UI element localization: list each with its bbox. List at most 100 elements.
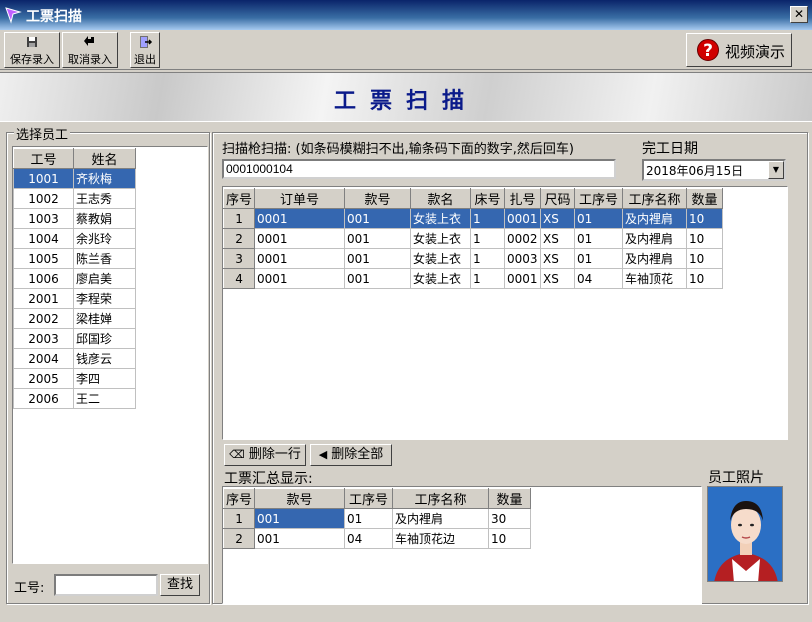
employee-cell[interactable]: 1003 xyxy=(13,208,74,229)
employee-cell[interactable]: 1006 xyxy=(13,268,74,289)
scan-row[interactable]: 1 0001 001 女装上衣 1 0001 XS 01 及内裡肩 10 xyxy=(222,208,724,229)
summary-row[interactable]: 1 001 01 及内裡肩 30 xyxy=(222,508,532,529)
scan-cell[interactable]: 及内裡肩 xyxy=(622,248,688,269)
summary-header-cell[interactable]: 工序名称 xyxy=(392,488,490,509)
employee-row[interactable]: 2004 钱彦云 xyxy=(13,348,136,369)
save-button[interactable]: 保存录入 xyxy=(4,32,60,68)
employee-row[interactable]: 2003 邱国珍 xyxy=(13,328,136,349)
scan-cell[interactable]: 10 xyxy=(686,248,724,269)
employee-cell[interactable]: 李四 xyxy=(73,368,136,389)
scan-cell[interactable]: 0001 xyxy=(254,248,346,269)
scan-header-cell[interactable]: 序号 xyxy=(222,188,256,209)
scan-cell[interactable]: 2 xyxy=(222,228,256,249)
scan-row[interactable]: 4 0001 001 女装上衣 1 0001 XS 04 车袖顶花 10 xyxy=(222,268,724,289)
employee-cell[interactable]: 2004 xyxy=(13,348,74,369)
summary-row[interactable]: 2 001 04 车袖顶花边 10 xyxy=(222,528,532,549)
summary-cell[interactable]: 001 xyxy=(254,528,346,549)
barcode-input[interactable] xyxy=(222,159,616,179)
scan-cell[interactable]: 10 xyxy=(686,208,724,229)
scan-cell[interactable]: 0003 xyxy=(504,248,542,269)
employee-id-input[interactable] xyxy=(54,574,158,596)
employee-cell[interactable]: 2005 xyxy=(13,368,74,389)
scan-cell[interactable]: 0001 xyxy=(254,208,346,229)
delete-all-button[interactable]: ◀ 删除全部 xyxy=(310,444,392,466)
employee-cell[interactable]: 齐秋梅 xyxy=(73,168,136,189)
scan-cell[interactable]: 女装上衣 xyxy=(410,208,472,229)
employee-row[interactable]: 2002 梁桂婵 xyxy=(13,308,136,329)
scan-header-cell[interactable]: 订单号 xyxy=(254,188,346,209)
scan-cell[interactable]: 0001 xyxy=(504,268,542,289)
scan-cell[interactable]: 0001 xyxy=(504,208,542,229)
scan-cell[interactable]: 车袖顶花 xyxy=(622,268,688,289)
employee-cell[interactable]: 2001 xyxy=(13,288,74,309)
scan-cell[interactable]: XS xyxy=(540,208,576,229)
scan-header-cell[interactable]: 床号 xyxy=(470,188,506,209)
scan-cell[interactable]: 3 xyxy=(222,248,256,269)
summary-cell[interactable]: 10 xyxy=(488,528,532,549)
scan-cell[interactable]: 04 xyxy=(574,268,624,289)
scan-header-cell[interactable]: 工序名称 xyxy=(622,188,688,209)
employee-cell[interactable]: 1002 xyxy=(13,188,74,209)
close-button[interactable]: ✕ xyxy=(790,6,808,23)
scan-cell[interactable]: 001 xyxy=(344,228,412,249)
summary-cell[interactable]: 30 xyxy=(488,508,532,529)
employee-cell[interactable]: 2002 xyxy=(13,308,74,329)
employee-cell[interactable]: 钱彦云 xyxy=(73,348,136,369)
summary-header-cell[interactable]: 工序号 xyxy=(344,488,394,509)
scan-cell[interactable]: 01 xyxy=(574,248,624,269)
scan-cell[interactable]: 女装上衣 xyxy=(410,268,472,289)
scan-header-cell[interactable]: 工序号 xyxy=(574,188,624,209)
employee-cell[interactable]: 廖启美 xyxy=(73,268,136,289)
cancel-button[interactable]: 取消录入 xyxy=(62,32,118,68)
exit-button[interactable]: 退出 xyxy=(130,32,160,68)
scan-cell[interactable]: 0001 xyxy=(254,268,346,289)
scan-cell[interactable]: 1 xyxy=(470,268,506,289)
scan-cell[interactable]: 0001 xyxy=(254,228,346,249)
employee-cell[interactable]: 1005 xyxy=(13,248,74,269)
search-button[interactable]: 查找 xyxy=(160,574,200,596)
employee-cell[interactable]: 王二 xyxy=(73,388,136,409)
summary-cell[interactable]: 及内裡肩 xyxy=(392,508,490,529)
scan-cell[interactable]: 女装上衣 xyxy=(410,228,472,249)
scan-cell[interactable]: 女装上衣 xyxy=(410,248,472,269)
employee-cell[interactable]: 王志秀 xyxy=(73,188,136,209)
employee-cell[interactable]: 2003 xyxy=(13,328,74,349)
finish-date-picker[interactable]: 2018年06月15日 ▼ xyxy=(642,159,786,181)
summary-header-cell[interactable]: 数量 xyxy=(488,488,532,509)
employee-cell[interactable]: 1004 xyxy=(13,228,74,249)
scan-cell[interactable]: 10 xyxy=(686,228,724,249)
employee-row[interactable]: 2006 王二 xyxy=(13,388,136,409)
scan-cell[interactable]: 1 xyxy=(470,208,506,229)
scan-cell[interactable]: 0002 xyxy=(504,228,542,249)
summary-cell[interactable]: 1 xyxy=(222,508,256,529)
scan-header-cell[interactable]: 尺码 xyxy=(540,188,576,209)
scan-cell[interactable]: 001 xyxy=(344,268,412,289)
scan-cell[interactable]: 001 xyxy=(344,208,412,229)
scan-cell[interactable]: 及内裡肩 xyxy=(622,208,688,229)
summary-header-cell[interactable]: 序号 xyxy=(222,488,256,509)
employee-row[interactable]: 2001 李程荣 xyxy=(13,288,136,309)
summary-cell[interactable]: 04 xyxy=(344,528,394,549)
employee-row[interactable]: 2005 李四 xyxy=(13,368,136,389)
summary-cell[interactable]: 01 xyxy=(344,508,394,529)
scan-cell[interactable]: 01 xyxy=(574,228,624,249)
scan-cell[interactable]: 1 xyxy=(470,248,506,269)
employee-row[interactable]: 1006 廖启美 xyxy=(13,268,136,289)
employee-header-cell[interactable]: 姓名 xyxy=(73,148,136,169)
employee-cell[interactable]: 蔡教娟 xyxy=(73,208,136,229)
employee-cell[interactable]: 梁桂婵 xyxy=(73,308,136,329)
scan-cell[interactable]: XS xyxy=(540,248,576,269)
scan-cell[interactable]: 1 xyxy=(470,228,506,249)
employee-cell[interactable]: 李程荣 xyxy=(73,288,136,309)
employee-row[interactable]: 1005 陈兰香 xyxy=(13,248,136,269)
employee-cell[interactable]: 陈兰香 xyxy=(73,248,136,269)
scan-cell[interactable]: 01 xyxy=(574,208,624,229)
employee-cell[interactable]: 余兆玲 xyxy=(73,228,136,249)
summary-cell[interactable]: 001 xyxy=(254,508,346,529)
scan-header-cell[interactable]: 数量 xyxy=(686,188,724,209)
scan-header-cell[interactable]: 款名 xyxy=(410,188,472,209)
chevron-down-icon[interactable]: ▼ xyxy=(768,161,784,179)
scan-cell[interactable]: 10 xyxy=(686,268,724,289)
employee-row[interactable]: 1001 齐秋梅 xyxy=(13,168,136,189)
scan-cell[interactable]: XS xyxy=(540,228,576,249)
